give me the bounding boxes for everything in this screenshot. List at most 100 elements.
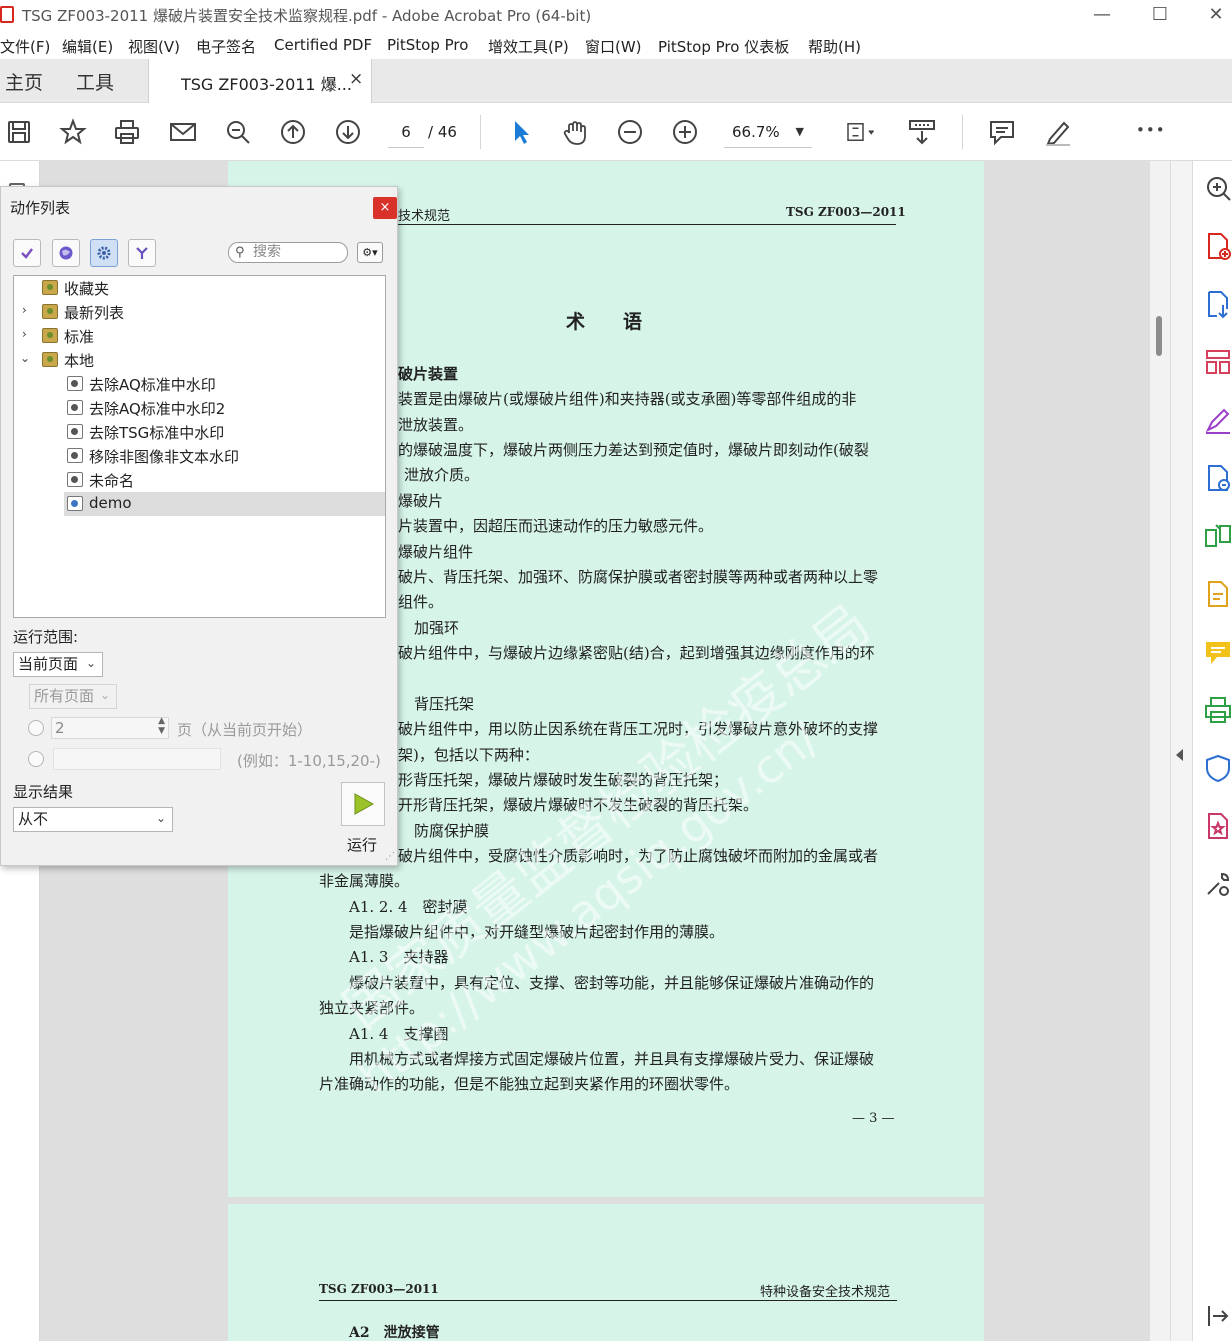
comment-icon[interactable] [985, 115, 1019, 149]
globe-filter-button[interactable] [52, 239, 80, 267]
tab-home[interactable]: 主页 [5, 68, 43, 95]
page-range-radio[interactable] [28, 751, 44, 767]
menu-bar: 文件(F) 编辑(E) 视图(V) 电子签名 Certified PDF Pit… [0, 33, 1232, 59]
action-tree[interactable]: 收藏夹 › 最新列表 › 标准 ⌄ 本地 去除AQ标准中水印 去除AQ标准中水印… [13, 275, 386, 618]
hand-tool-icon[interactable] [558, 115, 592, 149]
chevron-down-icon[interactable]: ⌄ [20, 351, 30, 365]
print-icon[interactable] [110, 115, 144, 149]
range-example-label: (例如：1-10,15,20-) [237, 752, 381, 770]
tree-item-demo-selected[interactable]: demo [64, 492, 385, 516]
merge-icon [136, 247, 148, 259]
create-pdf-icon[interactable] [1203, 231, 1232, 261]
page-header-left: 技术规范 [398, 209, 451, 224]
save-icon[interactable] [2, 115, 36, 149]
tree-item-standard[interactable]: › 标准 [14, 324, 385, 348]
zoom-out-icon[interactable] [613, 115, 647, 149]
tree-item-favorites[interactable]: 收藏夹 [14, 276, 385, 300]
tree-item-label: 标准 [64, 328, 95, 346]
options-gear-button[interactable]: ⚙▾ [357, 242, 383, 263]
tree-item-label: 最新列表 [64, 304, 125, 322]
menu-file[interactable]: 文件(F) [0, 36, 50, 57]
tree-item-label: 去除AQ标准中水印 [89, 376, 216, 394]
menu-edit[interactable]: 编辑(E) [62, 36, 113, 57]
combine-files-icon[interactable] [1203, 579, 1232, 609]
more-tools-wrench-icon[interactable] [1203, 869, 1232, 899]
protect-shield-icon[interactable] [1203, 753, 1232, 783]
body-line: 片装置中，因超压而迅速动作的压力敏感元件。 [398, 517, 714, 535]
merge-filter-button[interactable] [128, 239, 156, 267]
action-gear-icon [67, 496, 83, 511]
zoom-search-icon[interactable] [1203, 173, 1232, 203]
search-zoom-icon[interactable] [221, 115, 255, 149]
tree-item-label: demo [89, 494, 132, 512]
print-production-icon[interactable] [1203, 695, 1232, 725]
all-pages-select[interactable]: 所有页面 ⌄ [29, 684, 117, 709]
comment-tool-icon[interactable] [1203, 637, 1232, 667]
collapse-arrow-icon[interactable] [1176, 749, 1183, 761]
rich-media-icon[interactable] [1203, 811, 1232, 841]
page-count-radio[interactable] [28, 720, 44, 736]
scope-select[interactable]: 当前页面 ⌄ [13, 652, 103, 677]
tree-item-label: 未命名 [89, 472, 135, 490]
tree-item-recent[interactable]: › 最新列表 [14, 300, 385, 324]
action-search-input[interactable]: ⚲ 搜索 [228, 242, 348, 263]
menu-pitstop-dashboard[interactable]: PitStop Pro 仪表板 [658, 36, 789, 57]
menu-e-signature[interactable]: 电子签名 [196, 36, 256, 57]
close-window-button[interactable]: ✕ [1196, 2, 1232, 28]
tree-item-action[interactable]: 未命名 [14, 468, 385, 492]
tree-item-action[interactable]: 去除AQ标准中水印2 [14, 396, 385, 420]
menu-help[interactable]: 帮助(H) [808, 36, 861, 57]
tree-item-action[interactable]: 去除TSG标准中水印 [14, 420, 385, 444]
stepper-arrows-icon[interactable]: ▲ ▼ [158, 716, 165, 736]
tree-item-action[interactable]: 去除AQ标准中水印 [14, 372, 385, 396]
organize-pages-icon[interactable] [1203, 347, 1232, 377]
edit-pdf-icon[interactable] [1203, 463, 1232, 493]
fit-page-icon[interactable] [838, 115, 882, 149]
next-page-icon[interactable] [331, 115, 365, 149]
expand-panel-icon[interactable] [1203, 1301, 1232, 1331]
zoom-select[interactable]: 66.7% ▼ [724, 118, 812, 148]
more-tools-button[interactable]: ••• [1136, 121, 1166, 139]
page-number-input[interactable]: 6 [388, 118, 424, 148]
close-tab-button[interactable]: × [349, 69, 363, 89]
maximize-button[interactable]: ☐ [1140, 2, 1180, 28]
page-range-input[interactable] [53, 748, 221, 770]
chevron-right-icon[interactable]: › [22, 303, 27, 317]
chevron-down-icon: ⌄ [99, 688, 110, 702]
tree-item-local[interactable]: ⌄ 本地 [14, 348, 385, 372]
bookmark-star-icon[interactable] [56, 115, 90, 149]
gear-filter-button[interactable] [90, 239, 118, 267]
right-pane-collapse-rail[interactable] [1170, 161, 1192, 1341]
header-rule [319, 1300, 897, 1301]
check-filter-button[interactable] [13, 239, 41, 267]
tree-item-action[interactable]: 移除非图像非文本水印 [14, 444, 385, 468]
vertical-scrollbar[interactable] [1150, 161, 1170, 1341]
search-placeholder: 搜索 [253, 244, 281, 260]
zoom-in-icon[interactable] [668, 115, 702, 149]
menu-plugins[interactable]: 增效工具(P) [488, 36, 569, 57]
export-pdf-icon[interactable] [1203, 289, 1232, 319]
compare-icon[interactable] [1203, 521, 1232, 551]
run-button[interactable] [341, 782, 385, 826]
menu-window[interactable]: 窗口(W) [585, 36, 642, 57]
resize-grip-icon[interactable]: ⋰ [385, 851, 395, 862]
menu-view[interactable]: 视图(V) [128, 36, 180, 57]
tab-tools[interactable]: 工具 [76, 68, 114, 95]
scroll-mode-icon[interactable] [905, 115, 939, 149]
page-count-stepper[interactable]: 2 ▲ ▼ [51, 716, 169, 739]
fill-sign-icon[interactable] [1203, 405, 1232, 435]
previous-page-icon[interactable] [276, 115, 310, 149]
show-result-select[interactable]: 从不 ⌄ [13, 807, 173, 832]
scope-select-value: 当前页面 [18, 655, 79, 673]
chevron-right-icon[interactable]: › [22, 327, 27, 341]
tab-document[interactable]: TSG ZF003-2011 爆... × [148, 59, 372, 103]
minimize-button[interactable]: — [1082, 2, 1122, 28]
menu-certified-pdf[interactable]: Certified PDF [274, 36, 372, 54]
scrollbar-thumb[interactable] [1156, 316, 1162, 356]
email-icon[interactable] [166, 115, 200, 149]
toolbar-divider [480, 115, 481, 149]
select-arrow-icon[interactable] [503, 115, 537, 149]
highlight-pen-icon[interactable] [1040, 115, 1074, 149]
menu-pitstop-pro[interactable]: PitStop Pro [387, 36, 468, 54]
panel-close-button[interactable]: × [373, 197, 397, 219]
